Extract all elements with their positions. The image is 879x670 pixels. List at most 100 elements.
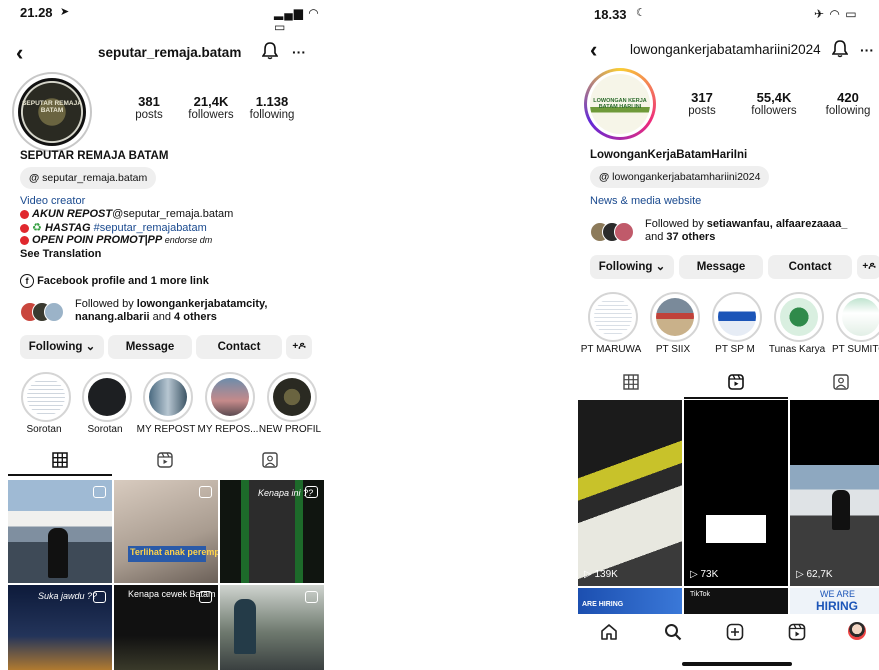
grid-icon[interactable]	[52, 452, 68, 473]
bell-icon[interactable]	[261, 42, 279, 65]
tagged-icon[interactable]	[262, 452, 278, 473]
post-tile[interactable]: Terlihat anak perempuan	[114, 480, 218, 583]
bio-line-3: OPEN POIN PROMOT|PP endorse dm	[20, 234, 212, 246]
reels-nav-icon[interactable]	[788, 623, 806, 646]
add-user-button[interactable]: +ዶ	[286, 335, 312, 359]
reel-tile[interactable]: ARE HIRING	[578, 588, 682, 614]
right-profile-screen: 18.33 ☾ ✈ ◠ ▭ ‹ lowongankerjabatamhariin…	[578, 0, 879, 670]
moon-icon: ☾	[636, 7, 646, 19]
highlight-thumb	[211, 378, 249, 416]
highlight-thumb	[149, 378, 187, 416]
posts-stat[interactable]: 381 posts	[124, 94, 174, 121]
highlight-4[interactable]	[205, 372, 255, 422]
following-label: following	[249, 109, 295, 121]
back-button[interactable]: ‹	[590, 39, 597, 61]
highlight-3[interactable]	[712, 292, 762, 342]
highlight-label: PT SP M	[715, 344, 755, 355]
highlight-2[interactable]	[82, 372, 132, 422]
highlight-1[interactable]	[588, 292, 638, 342]
highlight-3[interactable]	[143, 372, 193, 422]
posts-count: 317	[691, 90, 713, 105]
links-row[interactable]: f Facebook profile and 1 more link	[20, 274, 209, 288]
red-dot-icon	[20, 235, 29, 245]
see-translation-link[interactable]: See Translation	[20, 248, 101, 260]
highlight-5[interactable]	[836, 292, 879, 342]
followed-by-avatars[interactable]	[20, 300, 70, 324]
reel-icon	[93, 486, 106, 498]
highlight-thumb	[273, 378, 311, 416]
post-tile[interactable]: Suka jawdu ??	[8, 585, 112, 670]
contact-button[interactable]: Contact	[768, 255, 852, 279]
profile-username: lowongankerjabatamhariini2024	[630, 42, 821, 57]
highlight-thumb	[88, 378, 126, 416]
highlight-2[interactable]	[650, 292, 700, 342]
reel-tile[interactable]: ▷ 139K	[578, 400, 682, 586]
bio-line-1: AKUN REPOST@seputar_remaja.batam	[20, 208, 233, 220]
reel-tile[interactable]: WE ARE HIRING	[790, 588, 879, 614]
reel-tile[interactable]: ▷ 73K	[684, 400, 788, 586]
following-stat[interactable]: 420 following	[822, 90, 874, 117]
reels-icon[interactable]	[728, 374, 744, 395]
person-figure	[832, 490, 850, 530]
avatar-logo-text: SEPUTAR REMAJA BATAM	[22, 100, 82, 114]
threads-handle: lowongankerjabatamhariini2024	[612, 171, 761, 183]
threads-badge[interactable]: @ lowongankerjabatamhariini2024	[590, 166, 770, 188]
highlight-thumb	[594, 298, 632, 336]
followed-by-avatars[interactable]	[590, 220, 640, 244]
reel-tile[interactable]: TikTok	[684, 588, 788, 614]
highlight-label: Sorotan	[26, 424, 62, 435]
view-count: ▷ 73K	[690, 569, 719, 580]
bio-line-2: ♻ HASTAG #seputar_remajabatam	[20, 221, 207, 234]
highlight-4[interactable]	[774, 292, 824, 342]
followers-label: followers	[188, 109, 234, 121]
reel-icon	[93, 591, 106, 603]
followers-stat[interactable]: 21,4K followers	[184, 94, 238, 121]
contact-button[interactable]: Contact	[196, 335, 282, 359]
tagged-icon[interactable]	[833, 374, 849, 395]
grid-icon[interactable]	[623, 374, 639, 395]
following-button[interactable]: Following ⌄	[20, 335, 104, 359]
bell-icon[interactable]	[831, 40, 849, 63]
home-indicator	[682, 662, 792, 666]
more-icon[interactable]: ···	[860, 42, 874, 58]
message-button[interactable]: Message	[679, 255, 763, 279]
post-tile[interactable]: Kenapa ini ??	[220, 480, 324, 583]
search-icon[interactable]	[664, 623, 682, 646]
add-user-button[interactable]: +ዶ	[857, 255, 879, 279]
more-icon[interactable]: ···	[292, 44, 306, 60]
followed-by-text[interactable]: Followed by setiawanfau, alfaarezaaaa_ an…	[645, 218, 875, 244]
tile-caption: Terlihat anak perempuan	[130, 547, 218, 557]
reel-tile[interactable]: ▷ 62,7K	[790, 400, 879, 586]
highlight-label: PT SIIX	[655, 344, 691, 355]
post-tile[interactable]	[8, 480, 112, 583]
tile-caption: ARE HIRING	[582, 601, 624, 608]
status-time: 18.33	[594, 7, 627, 22]
followers-stat[interactable]: 55,4K followers	[746, 90, 802, 117]
back-button[interactable]: ‹	[16, 42, 23, 64]
message-button[interactable]: Message	[108, 335, 192, 359]
posts-stat[interactable]: 317 posts	[680, 90, 724, 117]
profile-avatar-ring[interactable]: SEPUTAR REMAJA BATAM	[12, 72, 92, 152]
reel-icon	[199, 591, 212, 603]
home-icon[interactable]	[600, 623, 618, 646]
following-count: 420	[837, 90, 859, 105]
view-count: ▷ 62,7K	[796, 569, 833, 580]
posts-count: 381	[138, 94, 160, 109]
highlight-label: NEW PROFIL	[258, 424, 322, 435]
highlight-1[interactable]	[21, 372, 71, 422]
profile-icon[interactable]	[848, 622, 866, 640]
left-profile-screen: 21.28 ➤ ▂▄▆ ◠ ▭ ‹ seputar_remaja.batam ·…	[0, 0, 330, 670]
followed-by-text[interactable]: Followed by lowongankerjabatamcity, nana…	[75, 298, 305, 324]
threads-icon: @	[29, 172, 40, 184]
reels-icon[interactable]	[157, 452, 173, 473]
threads-badge[interactable]: @ seputar_remaja.batam	[20, 167, 157, 189]
story-ring[interactable]: LOWONGAN KERJA BATAM HARI INI	[584, 68, 656, 140]
post-tile[interactable]: Kenapa cewek Batam	[114, 585, 218, 670]
highlight-label: MY REPOST	[136, 424, 196, 435]
following-stat[interactable]: 1.138 following	[246, 94, 298, 121]
following-button[interactable]: Following ⌄	[590, 255, 674, 279]
highlight-5[interactable]	[267, 372, 317, 422]
post-tile[interactable]	[220, 585, 324, 670]
create-icon[interactable]	[726, 623, 744, 646]
active-tab-indicator	[684, 397, 788, 399]
